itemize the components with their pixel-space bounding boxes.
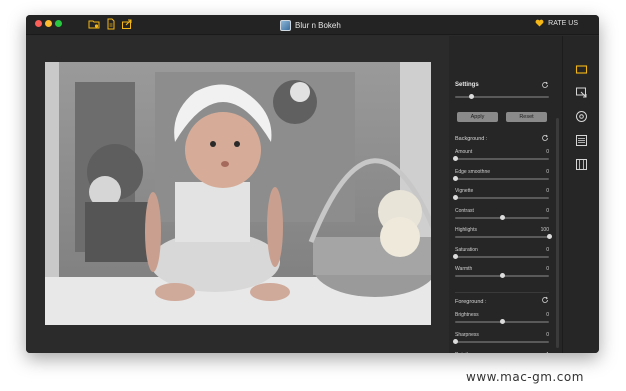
slider-track bbox=[455, 158, 549, 160]
slider-knob[interactable] bbox=[499, 319, 505, 324]
slider-knob[interactable] bbox=[452, 156, 458, 161]
slider-value: 0 bbox=[546, 149, 549, 155]
slider-label: Amount bbox=[455, 149, 473, 155]
slider-brightness[interactable]: Brightness 0 bbox=[455, 312, 549, 332]
slider-value: 0 bbox=[546, 266, 549, 272]
slider-warmth[interactable]: Warmth 0 bbox=[455, 266, 549, 286]
slider-label: Highlights bbox=[455, 227, 477, 233]
slider-value: 0 bbox=[546, 188, 549, 194]
slider-amount[interactable]: Amount 0 bbox=[452, 149, 549, 169]
slider-label: Details bbox=[455, 352, 470, 353]
canvas-area bbox=[26, 36, 449, 353]
foreground-section-title: Foreground : bbox=[455, 299, 487, 305]
background-section-title: Background : bbox=[455, 136, 488, 142]
app-window: Blur n Bokeh RATE US Settings Apply Rese… bbox=[26, 15, 599, 353]
rate-us-label: RATE US bbox=[548, 19, 578, 27]
slider-track bbox=[455, 341, 549, 343]
slider-sharpness[interactable]: Sharpness 0 bbox=[452, 332, 549, 352]
baby-photo-image bbox=[45, 62, 431, 325]
background-refresh-icon[interactable] bbox=[541, 134, 549, 142]
slider-knob[interactable] bbox=[452, 195, 458, 200]
slider-track bbox=[455, 177, 549, 180]
slider-track bbox=[455, 197, 549, 199]
minimize-window-button[interactable] bbox=[45, 20, 52, 27]
slider-value: 0 bbox=[546, 332, 549, 338]
share-icon[interactable] bbox=[121, 18, 133, 30]
file-icon[interactable] bbox=[105, 18, 117, 30]
watermark-text: www.mac-gm.com bbox=[466, 370, 584, 384]
apply-button[interactable]: Apply bbox=[457, 112, 498, 122]
slider-label: Contrast bbox=[455, 207, 474, 214]
slider-details[interactable]: Details 1 bbox=[455, 352, 549, 353]
slider-knob[interactable] bbox=[452, 339, 458, 344]
grid-frame-icon[interactable] bbox=[575, 158, 588, 171]
title-bar: Blur n Bokeh RATE US bbox=[26, 15, 599, 35]
slider-label: Brightness bbox=[455, 312, 479, 318]
slider-contrast[interactable]: Contrast 0 bbox=[455, 208, 549, 228]
slider-knob[interactable] bbox=[452, 175, 458, 181]
slider-knob[interactable] bbox=[499, 214, 505, 220]
foreground-refresh-icon[interactable] bbox=[541, 296, 549, 304]
slider-label: Warmth bbox=[455, 266, 473, 272]
slider-edge-smoothne[interactable]: Edge smoothne 0 bbox=[452, 168, 549, 189]
panel-scrollbar[interactable] bbox=[556, 118, 559, 348]
app-title-text: Blur n Bokeh bbox=[295, 20, 341, 30]
settings-panel: Settings Apply Reset Background : Amount… bbox=[449, 36, 562, 353]
slider-knob[interactable] bbox=[469, 94, 475, 99]
app-title: Blur n Bokeh bbox=[280, 18, 341, 32]
slider-track bbox=[455, 236, 549, 238]
tool-rail bbox=[562, 36, 599, 353]
app-logo-icon bbox=[280, 19, 291, 31]
slider-track bbox=[455, 255, 549, 258]
slider-knob[interactable] bbox=[499, 273, 505, 278]
slider-value: 0 bbox=[546, 207, 549, 214]
focus-circle-icon[interactable] bbox=[575, 110, 588, 123]
reset-button[interactable]: Reset bbox=[506, 112, 547, 122]
slider-vignette[interactable]: Vignette 0 bbox=[452, 188, 549, 208]
open-folder-icon[interactable] bbox=[88, 18, 100, 30]
slider-label: Edge smoothne bbox=[455, 168, 491, 175]
slider-value: 100 bbox=[540, 227, 549, 233]
slider-value: 0 bbox=[546, 168, 549, 175]
slider-knob[interactable] bbox=[452, 253, 458, 259]
layers-list-icon[interactable] bbox=[575, 134, 588, 147]
slider-value: 1 bbox=[546, 352, 549, 353]
section-divider bbox=[455, 292, 549, 293]
crop-rectangle-icon[interactable] bbox=[575, 63, 588, 76]
slider-saturation[interactable]: Saturation 0 bbox=[452, 246, 549, 267]
close-window-button[interactable] bbox=[35, 20, 42, 27]
slider-knob[interactable] bbox=[546, 234, 552, 239]
slider-value: 0 bbox=[546, 246, 549, 253]
slider-label: Vignette bbox=[455, 188, 474, 194]
selection-tool-icon[interactable] bbox=[575, 86, 588, 99]
slider-label: Sharpness bbox=[455, 332, 479, 338]
photo-preview[interactable] bbox=[45, 62, 431, 325]
slider-highlights[interactable]: Highlights 100 bbox=[455, 227, 552, 247]
rate-us-button[interactable]: RATE US bbox=[535, 19, 578, 27]
zoom-window-button[interactable] bbox=[55, 20, 62, 27]
slider-label: Saturation bbox=[455, 246, 478, 253]
settings-slider[interactable] bbox=[455, 87, 549, 107]
slider-value: 0 bbox=[546, 312, 549, 318]
heart-icon bbox=[535, 19, 544, 27]
